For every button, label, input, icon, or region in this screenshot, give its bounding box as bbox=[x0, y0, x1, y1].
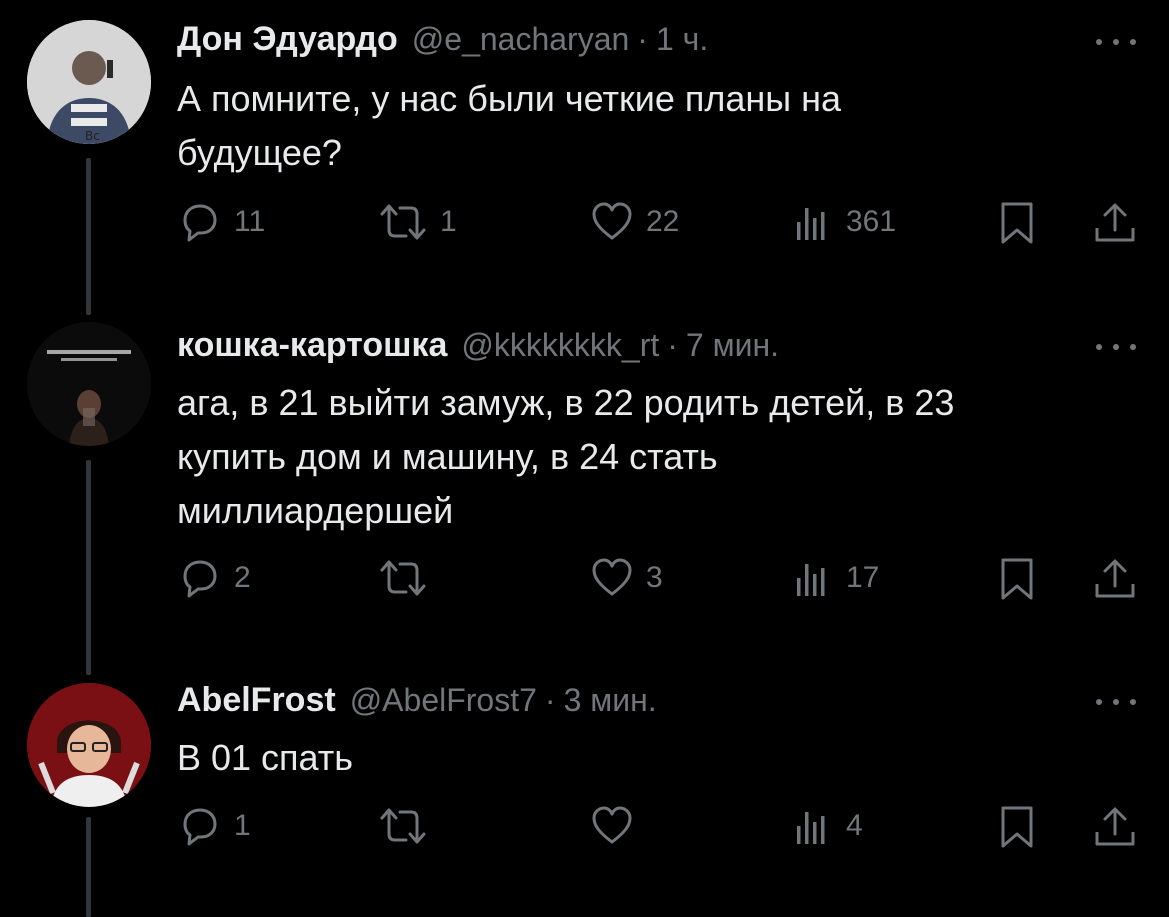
timestamp[interactable]: 7 мин. bbox=[686, 327, 779, 364]
tweet-header: кошка-картошка @kkkkkkkk_rt · 7 мин. bbox=[177, 326, 779, 365]
share-icon bbox=[1095, 559, 1135, 598]
views-button[interactable]: 361 bbox=[790, 200, 896, 244]
bookmark-icon bbox=[1001, 202, 1033, 244]
retweet-icon bbox=[380, 204, 426, 240]
bookmark-icon bbox=[1001, 806, 1033, 848]
views-icon bbox=[797, 812, 825, 844]
retweet-count: 1 bbox=[440, 205, 457, 238]
bookmark-button[interactable] bbox=[997, 804, 1037, 850]
text-line: В 01 спать bbox=[177, 737, 354, 778]
bookmark-icon bbox=[1001, 558, 1033, 600]
views-icon bbox=[797, 564, 825, 596]
share-icon bbox=[1095, 807, 1135, 846]
author-name[interactable]: Дон Эдуардо bbox=[177, 20, 398, 59]
like-count: 22 bbox=[646, 205, 680, 238]
like-button[interactable] bbox=[590, 804, 646, 848]
reply-icon bbox=[183, 204, 217, 242]
bookmark-button[interactable] bbox=[997, 200, 1037, 246]
timestamp[interactable]: 1 ч. bbox=[656, 21, 708, 58]
author-handle[interactable]: @AbelFrost7 bbox=[350, 682, 537, 719]
tweet-header: AbelFrost @AbelFrost7 · 3 мин. bbox=[177, 681, 657, 720]
share-button[interactable] bbox=[1092, 200, 1138, 246]
author-handle[interactable]: @e_nacharyan bbox=[412, 21, 630, 58]
avatar-image bbox=[27, 322, 151, 446]
more-icon[interactable] bbox=[1096, 37, 1136, 47]
separator: · bbox=[544, 682, 556, 718]
like-count: 3 bbox=[646, 561, 663, 594]
text-line: А помните, у нас были четкие планы на bbox=[177, 78, 842, 119]
more-icon[interactable] bbox=[1096, 697, 1136, 707]
like-button[interactable]: 3 bbox=[590, 556, 663, 600]
retweet-button[interactable]: 1 bbox=[378, 200, 457, 244]
author-handle[interactable]: @kkkkkkkk_rt bbox=[461, 327, 659, 364]
text-line: купить дом и машину, в 24 стать bbox=[177, 436, 718, 477]
tweet-1[interactable]: Bc Дон Эдуардо @e_nacharyan · 1 ч. А пом… bbox=[0, 0, 1169, 315]
author-name[interactable]: AbelFrost bbox=[177, 681, 336, 720]
avatar[interactable]: Bc bbox=[27, 20, 151, 144]
tweet-text: ага, в 21 выйти замуж, в 22 родить детей… bbox=[177, 376, 1137, 538]
avatar[interactable] bbox=[27, 322, 151, 446]
views-button[interactable]: 17 bbox=[790, 556, 879, 600]
action-bar: 1 4 bbox=[0, 804, 1169, 856]
share-button[interactable] bbox=[1092, 804, 1138, 850]
reply-icon bbox=[183, 808, 217, 846]
retweet-button[interactable] bbox=[378, 804, 440, 848]
action-bar: 2 3 17 bbox=[0, 556, 1169, 608]
retweet-icon bbox=[380, 808, 426, 844]
timestamp[interactable]: 3 мин. bbox=[564, 682, 657, 719]
svg-text:Bc: Bc bbox=[85, 129, 100, 143]
avatar-image bbox=[27, 683, 151, 807]
text-line: ага, в 21 выйти замуж, в 22 родить детей… bbox=[177, 382, 955, 423]
views-button[interactable]: 4 bbox=[790, 804, 863, 848]
avatar-image: Bc bbox=[27, 20, 151, 144]
tweet-text: А помните, у нас были четкие планы на бу… bbox=[177, 72, 1137, 180]
separator: · bbox=[667, 327, 678, 363]
tweet-text: В 01 спать bbox=[177, 731, 1137, 785]
author-name[interactable]: кошка-картошка bbox=[177, 326, 447, 365]
share-icon bbox=[1095, 203, 1135, 242]
reply-count: 11 bbox=[234, 205, 266, 238]
views-count: 17 bbox=[846, 561, 880, 594]
reply-button[interactable]: 1 bbox=[178, 804, 251, 848]
views-icon bbox=[797, 208, 825, 240]
share-button[interactable] bbox=[1092, 556, 1138, 602]
tweet-header: Дон Эдуардо @e_nacharyan · 1 ч. bbox=[177, 20, 708, 59]
views-count: 4 bbox=[846, 809, 863, 842]
heart-icon bbox=[592, 202, 632, 240]
views-count: 361 bbox=[846, 205, 897, 238]
text-line: будущее? bbox=[177, 132, 342, 173]
like-button[interactable]: 22 bbox=[590, 200, 679, 244]
text-line: миллиардершей bbox=[177, 490, 454, 531]
separator: · bbox=[637, 21, 648, 57]
reply-icon bbox=[183, 560, 217, 598]
retweet-icon bbox=[380, 560, 426, 596]
reply-count: 2 bbox=[234, 561, 251, 594]
action-bar: 11 1 22 361 bbox=[0, 196, 1169, 248]
avatar[interactable] bbox=[27, 683, 151, 807]
reply-button[interactable]: 11 bbox=[178, 200, 265, 244]
reply-button[interactable]: 2 bbox=[178, 556, 251, 600]
bookmark-button[interactable] bbox=[997, 556, 1037, 602]
thread-line-top bbox=[86, 300, 91, 310]
more-icon[interactable] bbox=[1096, 342, 1136, 352]
reply-count: 1 bbox=[234, 809, 251, 842]
tweet-2[interactable]: кошка-картошка @kkkkkkkk_rt · 7 мин. ага… bbox=[0, 300, 1169, 675]
heart-icon bbox=[592, 558, 632, 596]
heart-icon bbox=[592, 806, 632, 844]
tweet-3[interactable]: AbelFrost @AbelFrost7 · 3 мин. В 01 спат… bbox=[0, 665, 1169, 917]
retweet-button[interactable] bbox=[378, 556, 440, 600]
